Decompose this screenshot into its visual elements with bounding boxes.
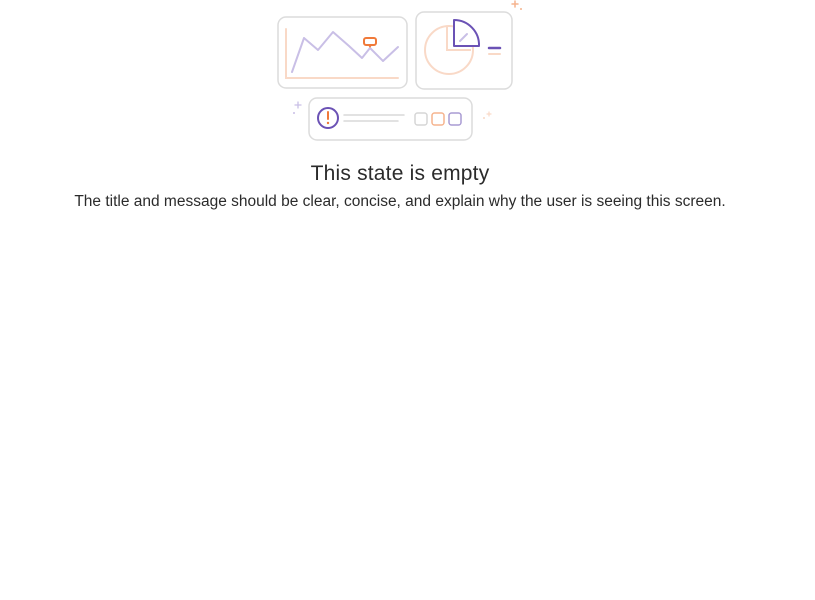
empty-state-title: This state is empty: [310, 162, 490, 185]
pie-chart-card-icon: [415, 11, 513, 90]
empty-state-illustration: [277, 0, 522, 141]
line-chart-card-icon: [277, 16, 408, 89]
empty-state: This state is empty The title and messag…: [0, 0, 815, 600]
alert-list-card-icon: [308, 97, 473, 141]
empty-state-message: The title and message should be clear, c…: [74, 193, 726, 210]
